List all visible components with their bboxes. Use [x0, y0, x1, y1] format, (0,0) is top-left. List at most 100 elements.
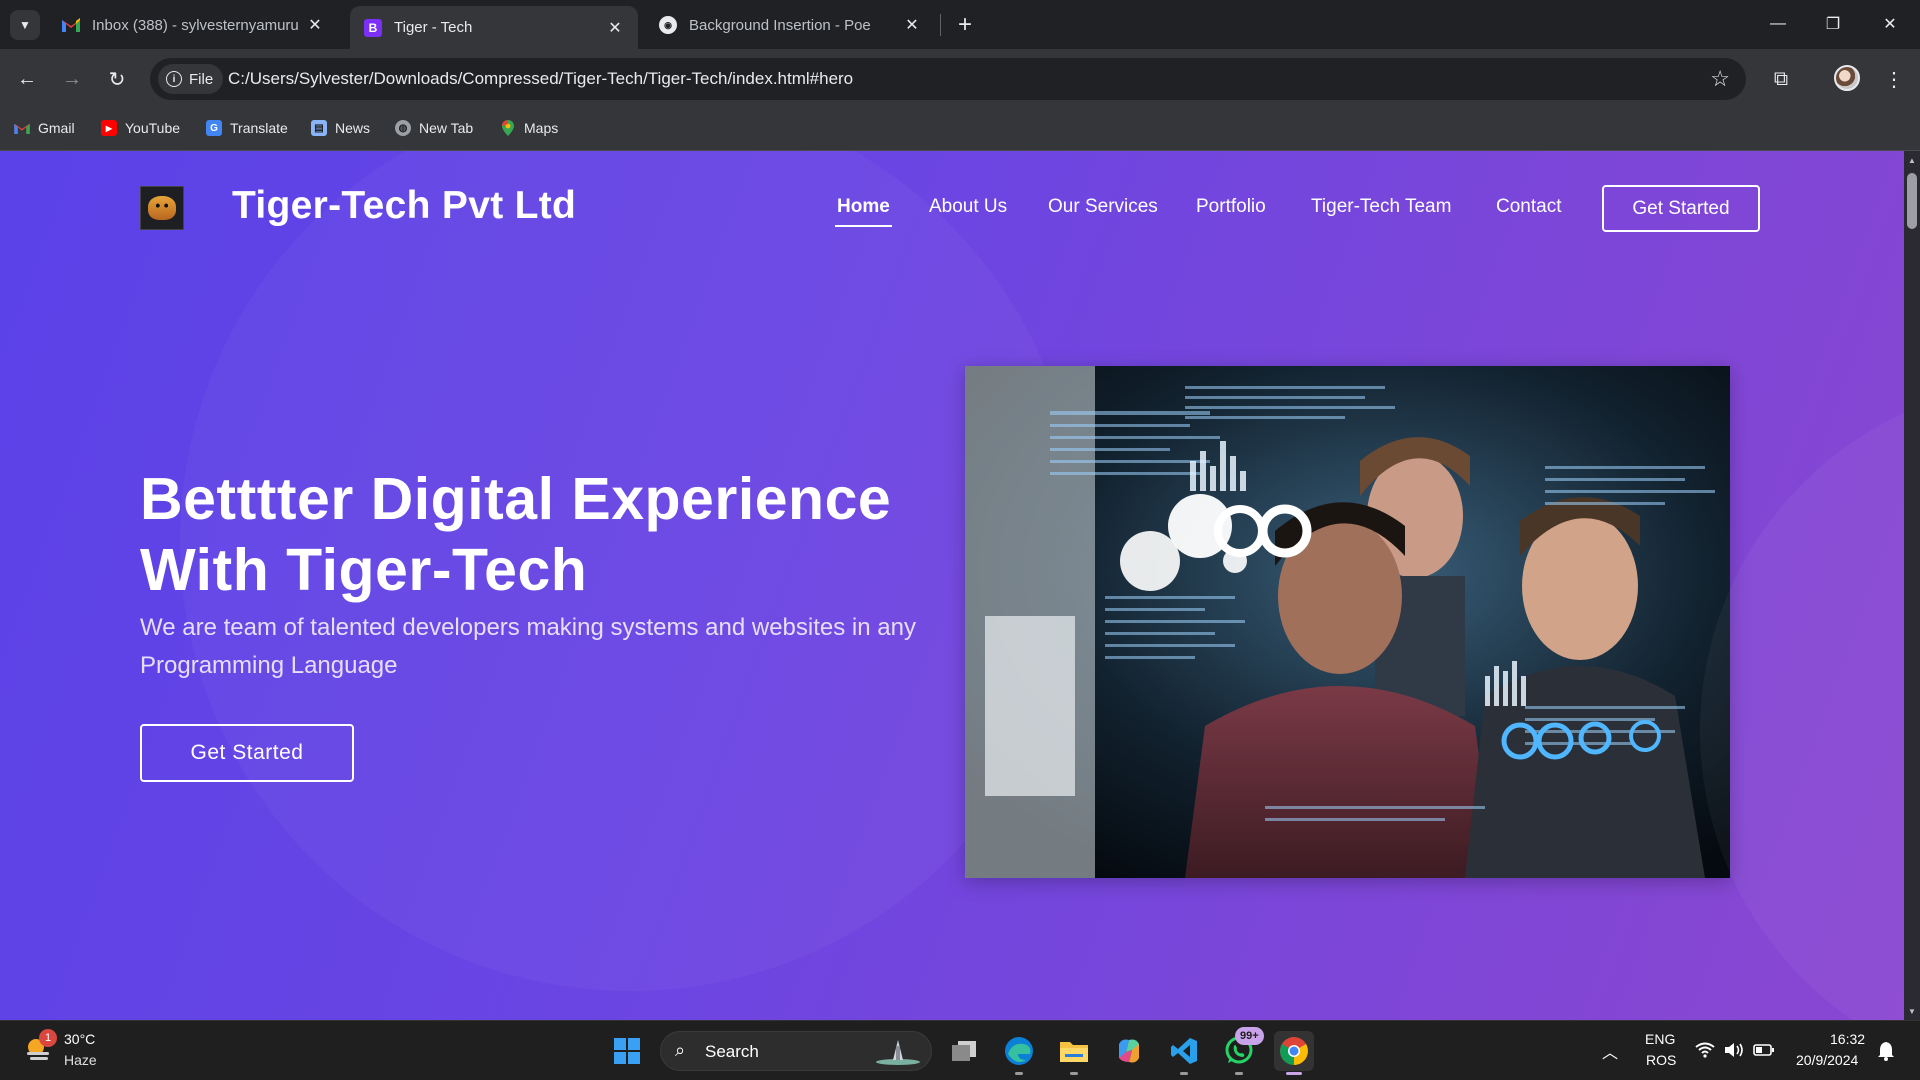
site-info-label: File	[189, 70, 214, 88]
developers-hologram-illustration	[965, 366, 1730, 878]
tab-search-button[interactable]: ▼	[10, 10, 40, 40]
running-indicator	[1015, 1072, 1023, 1075]
tab-gmail[interactable]: Inbox (388) - sylvesternyamuru ✕	[48, 7, 338, 43]
tab-separator	[940, 14, 941, 36]
tab-tiger-tech[interactable]: B Tiger - Tech ✕	[350, 6, 638, 49]
chrome-icon	[1280, 1037, 1308, 1065]
translate-icon: G	[206, 120, 222, 136]
bootstrap-icon: B	[364, 18, 382, 37]
start-button[interactable]	[607, 1031, 647, 1071]
bookmark-label: Translate	[230, 120, 288, 136]
active-indicator	[1286, 1072, 1302, 1075]
profile-avatar[interactable]	[1834, 65, 1860, 91]
bookmark-gmail[interactable]: Gmail	[14, 120, 75, 136]
reload-icon: ↻	[108, 68, 126, 91]
gmail-icon	[14, 120, 30, 136]
volume-icon	[1725, 1043, 1743, 1057]
address-bar[interactable]: i File C:/Users/Sylvester/Downloads/Comp…	[150, 58, 1746, 100]
bookmark-label: YouTube	[125, 120, 181, 136]
menu-icon[interactable]: ⋮	[1878, 63, 1910, 95]
weather-alert-badge: 1	[39, 1029, 57, 1047]
bookmark-label: News	[335, 120, 371, 136]
nav-contact[interactable]: Contact	[1496, 196, 1561, 218]
nav-about-us[interactable]: About Us	[929, 196, 1007, 218]
restore-icon: ❐	[1825, 16, 1841, 33]
restore-button[interactable]: ❐	[1813, 8, 1853, 40]
scroll-thumb[interactable]	[1907, 173, 1917, 229]
close-icon[interactable]: ✕	[306, 15, 324, 35]
site-info-chip[interactable]: i File	[158, 64, 224, 94]
tiger-logo-icon	[148, 196, 176, 220]
bookmark-star-icon[interactable]: ☆	[1710, 66, 1730, 92]
close-icon[interactable]: ✕	[903, 15, 921, 35]
windows-taskbar: 1 30°C Haze ⌕ Search 99+ ︿ ENG ROS 16:32…	[0, 1020, 1920, 1080]
tray-overflow-button[interactable]: ︿	[1590, 1031, 1630, 1071]
bookmark-news[interactable]: ▤ News	[311, 120, 370, 136]
scroll-up-icon[interactable]: ▲	[1904, 153, 1920, 167]
copilot-app[interactable]	[1109, 1031, 1149, 1071]
header-get-started-button[interactable]: Get Started	[1602, 185, 1760, 232]
gmail-icon	[62, 16, 80, 34]
language-code: ENG	[1645, 1031, 1676, 1047]
chevron-down-icon: ▼	[19, 18, 31, 32]
search-label: Search	[705, 1042, 759, 1061]
file-explorer-app[interactable]	[1054, 1031, 1094, 1075]
vscode-app[interactable]	[1164, 1031, 1204, 1075]
site-logo[interactable]	[140, 186, 184, 230]
minimize-icon: —	[1770, 15, 1786, 32]
back-button[interactable]: ←	[12, 64, 42, 94]
copilot-icon	[1119, 1039, 1139, 1063]
forward-button[interactable]: →	[57, 64, 87, 94]
tab-poe[interactable]: ◉ Background Insertion - Poe ✕	[645, 7, 935, 43]
info-icon: i	[166, 71, 182, 87]
battery-icon	[1753, 1044, 1774, 1056]
scroll-down-icon[interactable]: ▼	[1904, 1004, 1920, 1018]
youtube-icon: ▶	[101, 120, 117, 136]
plus-icon: +	[957, 11, 972, 38]
hero-get-started-button[interactable]: Get Started	[140, 724, 354, 782]
search-highlight-icon	[876, 1040, 920, 1065]
poe-icon: ◉	[659, 16, 677, 34]
bookmark-label: Gmail	[38, 120, 75, 136]
task-view-icon	[952, 1041, 976, 1061]
nav-portfolio[interactable]: Portfolio	[1196, 196, 1266, 218]
maps-pin-icon	[500, 120, 516, 136]
site-brand[interactable]: Tiger-Tech Pvt Ltd	[232, 184, 576, 228]
close-window-button[interactable]: ✕	[1870, 8, 1910, 40]
bookmark-translate[interactable]: G Translate	[206, 120, 288, 136]
bookmark-label: Maps	[524, 120, 559, 136]
nav-tiger-tech-team[interactable]: Tiger-Tech Team	[1311, 196, 1451, 218]
windows-start-icon	[614, 1038, 640, 1064]
bookmark-new-tab[interactable]: ◍ New Tab	[395, 120, 473, 136]
notification-bell-icon[interactable]	[1877, 1041, 1895, 1061]
minimize-button[interactable]: —	[1758, 8, 1798, 40]
tab-title: Background Insertion - Poe	[689, 16, 871, 34]
bookmark-youtube[interactable]: ▶ YouTube	[101, 120, 180, 136]
arrow-right-icon: →	[62, 67, 82, 90]
nav-our-services[interactable]: Our Services	[1048, 196, 1158, 218]
taskbar-search[interactable]: ⌕ Search	[660, 1031, 932, 1071]
keyboard-layout: ROS	[1646, 1052, 1677, 1068]
bookmark-maps[interactable]: Maps	[500, 120, 558, 136]
task-view-button[interactable]	[944, 1031, 984, 1071]
new-tab-button[interactable]: +	[950, 10, 980, 40]
close-icon[interactable]: ✕	[606, 18, 624, 38]
reload-button[interactable]: ↻	[102, 64, 132, 94]
extensions-icon[interactable]: ⧉	[1765, 63, 1797, 95]
wifi-icon	[1695, 1042, 1715, 1058]
edge-app[interactable]	[999, 1031, 1039, 1075]
page-scrollbar[interactable]: ▲ ▼	[1904, 151, 1920, 1020]
url-text[interactable]: C:/Users/Sylvester/Downloads/Compressed/…	[228, 69, 853, 89]
hero-image	[965, 366, 1730, 878]
edge-icon	[1005, 1037, 1033, 1065]
bookmark-label: New Tab	[419, 120, 474, 136]
page-viewport: Tiger-Tech Pvt Ltd Home About Us Our Ser…	[0, 151, 1904, 1020]
search-icon: ⌕	[675, 1040, 686, 1060]
chrome-app[interactable]	[1274, 1031, 1314, 1075]
globe-icon: ◍	[395, 120, 411, 136]
hero-subtitle: We are team of talented developers makin…	[140, 614, 916, 679]
nav-home[interactable]: Home	[835, 196, 892, 227]
hero-title-line-1: Betttter Digital Experience	[140, 466, 892, 532]
arrow-left-icon: ←	[17, 67, 37, 90]
clock-date: 20/9/2024	[1796, 1052, 1859, 1068]
